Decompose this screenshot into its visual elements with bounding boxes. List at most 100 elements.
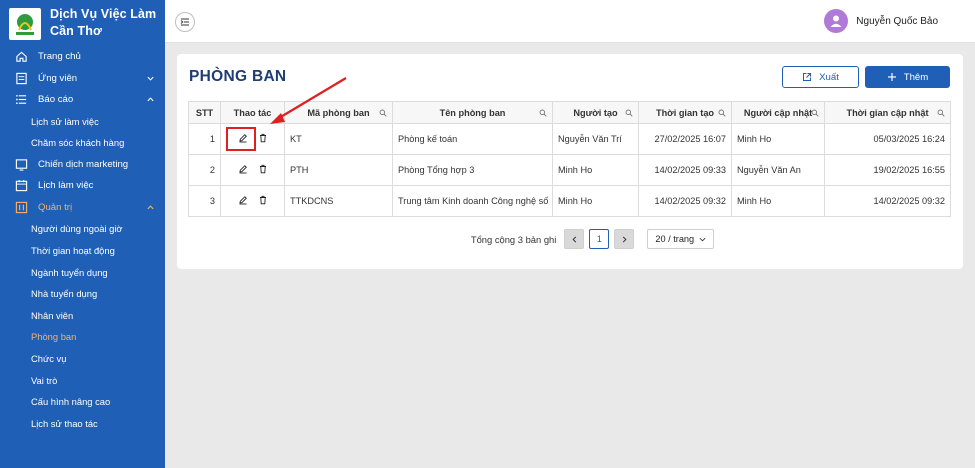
col-header-updater[interactable]: Người cập nhật: [731, 101, 825, 124]
user-name: Nguyễn Quốc Bảo: [856, 15, 938, 27]
sidebar-item-advanced-config[interactable]: Cấu hình nâng cao: [0, 391, 165, 413]
chevron-down-icon: [699, 237, 706, 241]
departments-card: PHÒNG BAN Xuất Thêm STT Thao tác Mã phòn…: [177, 54, 963, 269]
export-button[interactable]: Xuất: [782, 66, 859, 88]
chevron-up-icon: [147, 97, 154, 102]
sidebar-item-label: Lịch làm việc: [38, 180, 94, 192]
cell-updated: 14/02/2025 09:32: [824, 185, 951, 217]
chevron-down-icon: [147, 76, 154, 81]
sidebar-item-reports[interactable]: Báo cáo: [0, 89, 165, 111]
sidebar-item-action-history[interactable]: Lịch sử thao tác: [0, 413, 165, 435]
edit-icon[interactable]: [238, 195, 248, 205]
menu-toggle-button[interactable]: [175, 12, 195, 32]
sidebar-item-recruitment-industry[interactable]: Ngành tuyển dụng: [0, 261, 165, 283]
pagination-total: Tổng cộng 3 bản ghi: [470, 233, 557, 245]
col-header-creator[interactable]: Người tạo: [552, 101, 639, 124]
logo-icon: [16, 14, 34, 35]
next-page-button[interactable]: [614, 229, 635, 249]
brand: Dịch Vụ Việc Làm Cần Thơ: [0, 0, 165, 46]
sidebar-item-staff[interactable]: Nhân viên: [0, 305, 165, 327]
page-number-button[interactable]: 1: [589, 229, 610, 249]
brand-name-line1: Dịch Vụ Việc Làm: [50, 7, 157, 21]
home-icon: [14, 50, 28, 64]
sidebar-item-candidates[interactable]: Ứng viên: [0, 68, 165, 90]
cell-updater: Minh Ho: [731, 123, 825, 155]
col-header-code[interactable]: Mã phòng ban: [284, 101, 393, 124]
col-header-actions: Thao tác: [220, 101, 285, 124]
sidebar-item-label: Quản trị: [38, 201, 73, 213]
chevron-up-icon: [147, 205, 154, 210]
delete-icon[interactable]: [258, 164, 268, 174]
calendar-icon: [14, 179, 28, 193]
col-header-name[interactable]: Tên phòng ban: [392, 101, 553, 124]
sidebar-item-operating-time[interactable]: Thời gian hoạt động: [0, 240, 165, 262]
col-header-label: Tên phòng ban: [439, 107, 506, 118]
delete-icon[interactable]: [258, 195, 268, 205]
sidebar-item-employers[interactable]: Nhà tuyển dụng: [0, 283, 165, 305]
sidebar-item-positions[interactable]: Chức vụ: [0, 348, 165, 370]
logo: [9, 8, 41, 40]
sidebar-item-admin[interactable]: Quản trị: [0, 197, 165, 219]
page-size-value: 20 / trang: [655, 234, 695, 244]
sidebar-item-label: Chiến dịch marketing: [38, 158, 129, 170]
table-row: 2 PTH Phòng Tổng hợp 3 Minh Ho 14/02/202…: [188, 154, 951, 186]
sidebar-item-departments[interactable]: Phòng ban: [0, 326, 165, 348]
col-header-label: Thời gian tạo: [655, 107, 715, 118]
sidebar-item-label: Ứng viên: [38, 72, 78, 84]
search-icon[interactable]: [379, 109, 387, 117]
user-icon: [830, 15, 842, 27]
cell-actions: [220, 185, 285, 217]
pagination: Tổng cộng 3 bản ghi 1 20 / trang: [177, 229, 963, 249]
delete-icon[interactable]: [258, 133, 268, 143]
top-header: Nguyễn Quốc Bảo: [165, 0, 975, 43]
table-header-row: STT Thao tác Mã phòng ban Tên phòng ban …: [188, 101, 951, 124]
cell-updater: Minh Ho: [731, 185, 825, 217]
prev-page-button[interactable]: [564, 229, 585, 249]
search-icon[interactable]: [811, 109, 819, 117]
sidebar-item-calendar[interactable]: Lịch làm việc: [0, 175, 165, 197]
search-icon[interactable]: [937, 109, 945, 117]
sidebar-item-customer-care[interactable]: Chăm sóc khách hàng: [0, 132, 165, 154]
chevron-left-icon: [572, 236, 576, 242]
add-button[interactable]: Thêm: [865, 66, 950, 88]
search-icon[interactable]: [625, 109, 633, 117]
cell-created: 27/02/2025 16:07: [638, 123, 732, 155]
col-header-label: Thời gian cập nhật: [846, 107, 929, 118]
page-size-select[interactable]: 20 / trang: [647, 229, 715, 249]
sidebar-item-work-history[interactable]: Lịch sử làm việc: [0, 111, 165, 133]
campaign-icon: [14, 157, 28, 171]
sidebar: Dịch Vụ Việc Làm Cần Thơ Trang chủ Ứng v…: [0, 0, 165, 468]
list-icon: [14, 93, 28, 107]
search-icon[interactable]: [539, 109, 547, 117]
sidebar-item-home[interactable]: Trang chủ: [0, 46, 165, 68]
cell-updated: 05/03/2025 16:24: [824, 123, 951, 155]
sidebar-item-marketing[interactable]: Chiến dịch marketing: [0, 154, 165, 176]
cell-creator: Nguyễn Văn Trí: [552, 123, 639, 155]
chevron-right-icon: [622, 236, 627, 242]
sidebar-menu: Trang chủ Ứng viên Báo cáo Lịch sử làm v…: [0, 46, 165, 434]
table-row: 3 TTKDCNS Trung tâm Kinh doanh Công nghệ…: [188, 185, 951, 217]
col-header-updated[interactable]: Thời gian cập nhật: [824, 101, 951, 124]
admin-icon: [14, 200, 28, 214]
cell-code: PTH: [284, 154, 393, 186]
cell-actions: [220, 154, 285, 186]
col-header-created[interactable]: Thời gian tạo: [638, 101, 732, 124]
search-icon[interactable]: [718, 109, 726, 117]
export-label: Xuất: [819, 71, 839, 83]
page-title: PHÒNG BAN: [189, 68, 287, 85]
table-row: 1 KT Phòng kế toán Nguyễn Văn Trí 27/02/…: [188, 123, 951, 155]
sidebar-item-label: Trang chủ: [38, 51, 81, 63]
candidate-icon: [14, 71, 28, 85]
add-label: Thêm: [903, 71, 929, 83]
cell-creator: Minh Ho: [552, 185, 639, 217]
cell-updated: 19/02/2025 16:55: [824, 154, 951, 186]
cell-created: 14/02/2025 09:33: [638, 154, 732, 186]
cell-stt: 1: [188, 123, 221, 155]
user-menu[interactable]: Nguyễn Quốc Bảo: [824, 9, 938, 33]
sidebar-item-after-hours-users[interactable]: Người dùng ngoài giờ: [0, 218, 165, 240]
sidebar-item-roles[interactable]: Vai trò: [0, 369, 165, 391]
cell-stt: 3: [188, 185, 221, 217]
col-header-label: Mã phòng ban: [307, 107, 370, 118]
col-header-stt: STT: [188, 101, 221, 124]
edit-icon[interactable]: [238, 164, 248, 174]
